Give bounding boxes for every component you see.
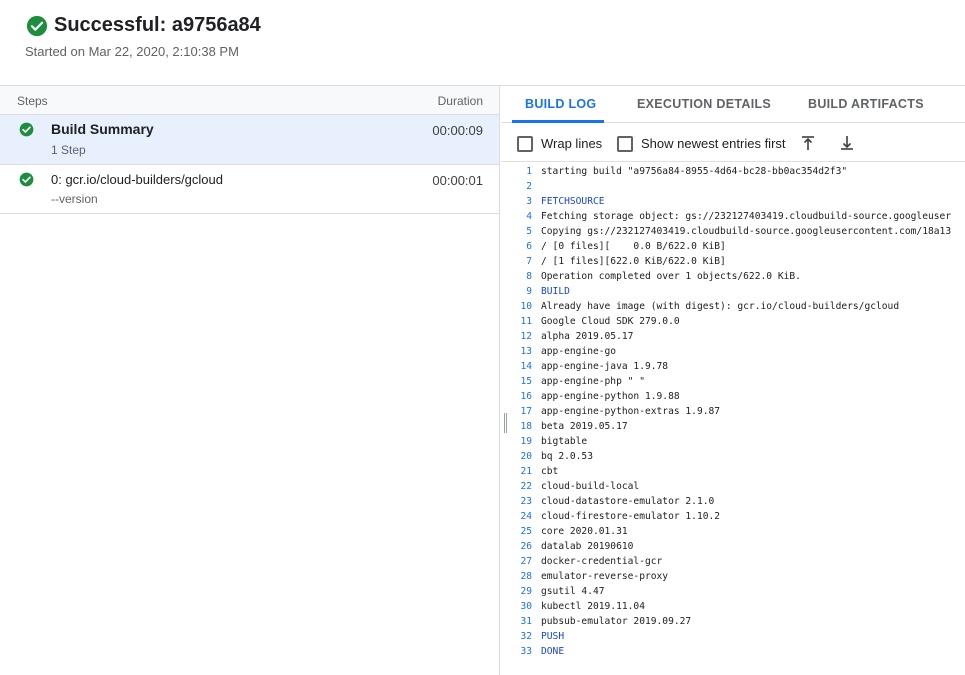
log-line-number: 32 <box>520 631 532 642</box>
step-duration: 00:00:01 <box>432 173 483 188</box>
log-line-number: 30 <box>520 601 532 612</box>
scroll-to-bottom-icon[interactable] <box>838 134 856 152</box>
log-line-text: Already have image (with digest): gcr.io… <box>541 301 900 312</box>
log-line-text: cloud-firestore-emulator 1.10.2 <box>541 511 721 522</box>
log-line-text: beta 2019.05.17 <box>541 421 628 432</box>
log-line-number: 13 <box>520 346 532 357</box>
log-line-number: 21 <box>520 466 532 477</box>
log-line-text: gsutil 4.47 <box>541 586 605 597</box>
log-line-number: 7 <box>526 256 532 267</box>
steps-table-header: Steps Duration <box>0 86 499 115</box>
step-duration: 00:00:09 <box>432 123 483 138</box>
log-line-text: / [1 files][622.0 KiB/622.0 KiB] <box>541 256 726 267</box>
success-check-icon <box>19 122 34 137</box>
step-name: Build Summary <box>51 121 154 137</box>
scroll-to-top-icon[interactable] <box>799 134 817 152</box>
log-toolbar: Wrap lines Show newest entries first <box>501 123 965 162</box>
log-line-text: cloud-build-local <box>541 481 640 492</box>
log-line-text: bq 2.0.53 <box>541 451 593 462</box>
tab-build-artifacts[interactable]: BUILD ARTIFACTS <box>808 97 924 111</box>
log-line-text: starting build "a9756a84-8955-4d64-bc28-… <box>541 166 848 177</box>
success-check-icon <box>19 172 34 187</box>
build-header: Successful: a9756a84 Started on Mar 22, … <box>0 0 965 86</box>
log-line-text: Google Cloud SDK 279.0.0 <box>541 316 680 327</box>
log-line-number: 8 <box>526 271 532 282</box>
log-line-number: 24 <box>520 511 532 522</box>
title-row: Successful: a9756a84 <box>26 14 261 37</box>
step-row-build-summary[interactable]: Build Summary 1 Step 00:00:09 <box>0 115 499 165</box>
log-line-number: 23 <box>520 496 532 507</box>
log-line-text: / [0 files][ 0.0 B/622.0 KiB] <box>541 241 726 252</box>
log-line-number: 31 <box>520 616 532 627</box>
show-newest-first-checkbox[interactable] <box>617 136 633 152</box>
duration-column-header: Duration <box>437 94 483 108</box>
tab-execution-details[interactable]: EXECUTION DETAILS <box>637 97 771 111</box>
log-line-number: 3 <box>526 196 532 207</box>
log-line-text: app-engine-python-extras 1.9.87 <box>541 406 721 417</box>
log-line-number: 25 <box>520 526 532 537</box>
step-row-gcloud[interactable]: 0: gcr.io/cloud-builders/gcloud --versio… <box>0 165 499 214</box>
log-line-number: 33 <box>520 646 532 657</box>
log-line-number: 26 <box>520 541 532 552</box>
step-subtitle: --version <box>51 192 98 206</box>
log-tabs: BUILD LOG EXECUTION DETAILS BUILD ARTIFA… <box>501 86 965 123</box>
log-line-text: bigtable <box>541 436 588 447</box>
log-line-text: docker-credential-gcr <box>541 556 663 567</box>
log-line-number: 18 <box>520 421 532 432</box>
log-line-text: cloud-datastore-emulator 2.1.0 <box>541 496 715 507</box>
log-line-text: datalab 20190610 <box>541 541 634 552</box>
log-line-number: 16 <box>520 391 532 402</box>
log-line-text: app-engine-go <box>541 346 617 357</box>
log-line-number: 1 <box>526 166 532 177</box>
log-line-text: core 2020.01.31 <box>541 526 628 537</box>
page-title: Successful: a9756a84 <box>54 14 261 36</box>
log-line-number: 6 <box>526 241 532 252</box>
log-line-number: 20 <box>520 451 532 462</box>
log-line-number: 10 <box>520 301 532 312</box>
log-line-text: app-engine-java 1.9.78 <box>541 361 669 372</box>
log-line-text: kubectl 2019.11.04 <box>541 601 645 612</box>
wrap-lines-label: Wrap lines <box>541 136 603 151</box>
log-line-number: 11 <box>520 316 532 327</box>
log-line-text: pubsub-emulator 2019.09.27 <box>541 616 692 627</box>
wrap-lines-checkbox[interactable] <box>517 136 533 152</box>
build-start-time: Started on Mar 22, 2020, 2:10:38 PM <box>25 44 239 59</box>
success-check-icon <box>26 15 48 36</box>
log-line-number: 9 <box>526 286 532 297</box>
log-line-text: Fetching storage object: gs://2321274034… <box>541 211 952 222</box>
log-line-text: app-engine-python 1.9.88 <box>541 391 680 402</box>
log-line-number: 17 <box>520 406 532 417</box>
build-log[interactable]: 1 starting build "a9756a84-8955-4d64-bc28… <box>501 164 965 675</box>
log-line-number: 2 <box>526 181 532 192</box>
log-line-text: emulator-reverse-proxy <box>541 571 669 582</box>
log-line-number: 14 <box>520 361 532 372</box>
log-line-number: 15 <box>520 376 532 387</box>
log-line-number: 27 <box>520 556 532 567</box>
log-panel: BUILD LOG EXECUTION DETAILS BUILD ARTIFA… <box>501 86 965 675</box>
log-line-number: 19 <box>520 436 532 447</box>
log-line-text: Copying gs://232127403419.cloudbuild-sou… <box>541 226 952 237</box>
log-line-text: cbt <box>541 466 559 477</box>
log-line-number: 5 <box>526 226 532 237</box>
log-line-text: Operation completed over 1 objects/622.0… <box>541 271 801 282</box>
log-line-text: BUILD <box>541 286 570 297</box>
log-line-number: 28 <box>520 571 532 582</box>
log-line-number: 22 <box>520 481 532 492</box>
log-line-number: 29 <box>520 586 532 597</box>
log-line-number: 4 <box>526 211 532 222</box>
step-subtitle: 1 Step <box>51 143 86 157</box>
log-line-number: 12 <box>520 331 532 342</box>
show-newest-first-label: Show newest entries first <box>641 136 786 151</box>
log-line-text: DONE <box>541 646 565 657</box>
log-line-text: FETCHSOURCE <box>541 196 605 207</box>
log-line-text: app-engine-php " " <box>541 376 645 387</box>
step-name: 0: gcr.io/cloud-builders/gcloud <box>51 172 223 187</box>
steps-panel: Steps Duration Build Summary 1 Step 00:0… <box>0 86 500 675</box>
log-line-text: PUSH <box>541 631 565 642</box>
tab-build-log[interactable]: BUILD LOG <box>525 97 596 111</box>
steps-column-header: Steps <box>17 94 48 108</box>
log-line-text: alpha 2019.05.17 <box>541 331 634 342</box>
